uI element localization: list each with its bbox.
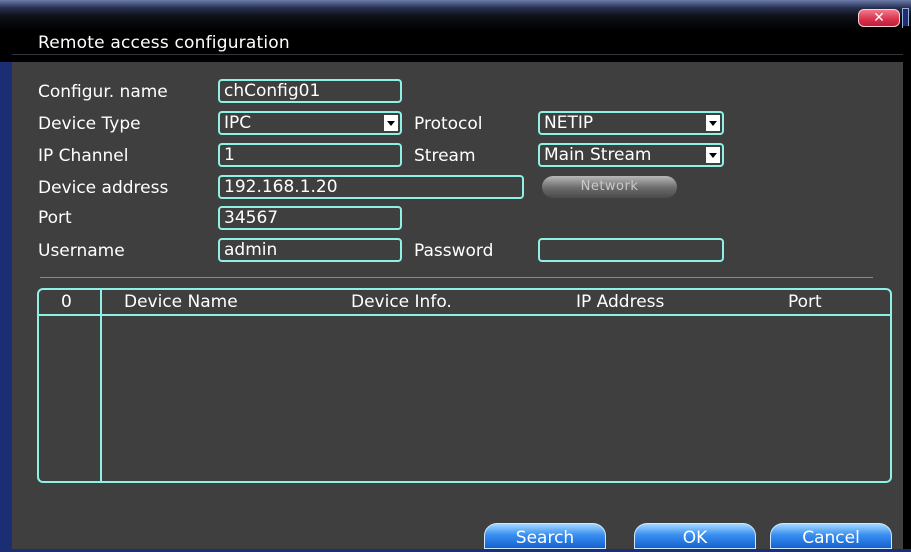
cancel-button[interactable]: Cancel [770,523,892,549]
chevron-down-icon[interactable] [706,115,720,131]
config-name-input[interactable]: chConfig01 [218,79,402,103]
device-type-value: IPC [224,113,252,133]
dialog-title: Remote access configuration [38,33,290,53]
ip-channel-input[interactable]: 1 [218,143,402,167]
ip-channel-label: IP Channel [38,146,129,166]
window-edge-control [902,8,909,28]
protocol-label: Protocol [414,114,483,134]
chevron-down-icon[interactable] [384,115,398,131]
close-icon: ✕ [873,10,885,26]
port-label: Port [38,208,72,228]
ok-button[interactable]: OK [634,523,756,549]
section-divider [40,277,873,278]
table-header: 0 Device Name Device Info. IP Address Po… [39,290,890,316]
protocol-select[interactable]: NETIP [538,111,724,135]
password-label: Password [414,241,494,261]
column-header-device-info[interactable]: Device Info. [351,291,452,313]
username-input[interactable]: admin [218,238,402,262]
stream-select[interactable]: Main Stream [538,143,724,167]
column-header-ip-address[interactable]: IP Address [576,291,664,313]
port-input[interactable]: 34567 [218,206,402,230]
column-header-device-name[interactable]: Device Name [124,291,238,313]
search-button[interactable]: Search [484,523,606,549]
title-divider [12,54,905,55]
title-bar: Remote access configuration ✕ [0,0,911,62]
column-header-index[interactable]: 0 [61,291,72,313]
close-button[interactable]: ✕ [858,9,900,27]
column-header-port[interactable]: Port [788,291,822,313]
password-input[interactable] [538,238,724,262]
protocol-value: NETIP [544,113,594,133]
device-type-select[interactable]: IPC [218,111,402,135]
column-separator [100,290,102,481]
config-name-label: Configur. name [38,82,168,102]
device-type-label: Device Type [38,114,141,134]
network-button[interactable]: Network [542,176,677,198]
device-list-table[interactable]: 0 Device Name Device Info. IP Address Po… [37,288,892,483]
chevron-down-icon[interactable] [706,147,720,163]
stream-label: Stream [414,146,476,166]
stream-value: Main Stream [544,145,652,165]
device-address-input[interactable]: 192.168.1.20 [218,175,524,199]
window-edge [903,26,911,549]
device-address-label: Device address [38,178,169,198]
username-label: Username [38,241,125,261]
